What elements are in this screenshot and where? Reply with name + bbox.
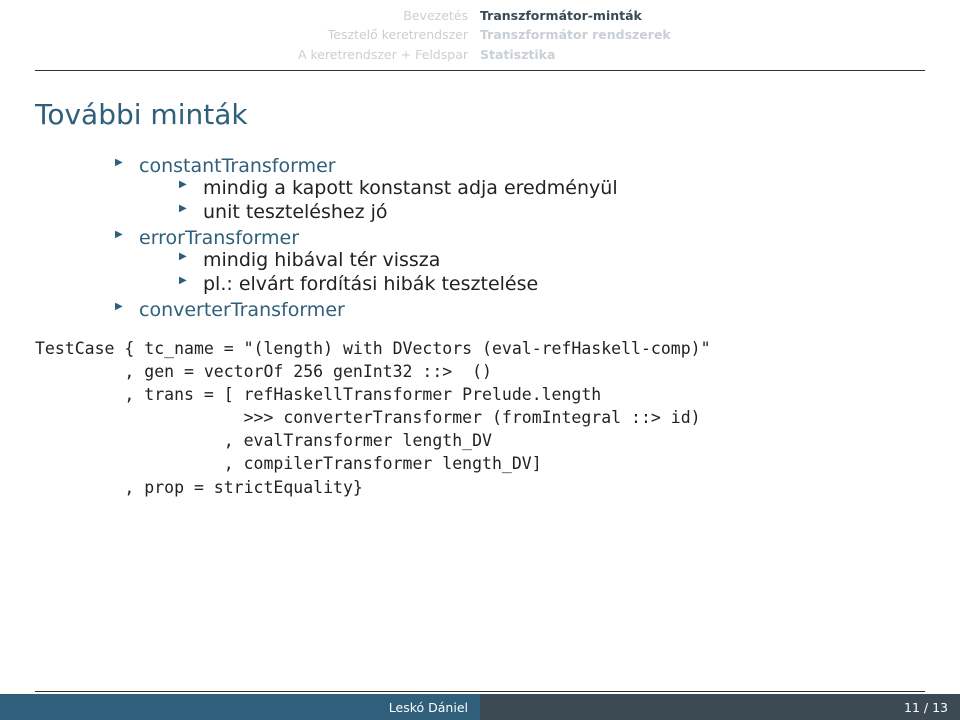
bullet-label: constantTransformer	[139, 155, 336, 177]
sub-list: mindig a kapott konstanst adja eredményü…	[179, 177, 925, 223]
bullet-item: constantTransformer mindig a kapott kons…	[115, 155, 925, 223]
footer-author: Leskó Dániel	[0, 694, 480, 720]
bullet-label: errorTransformer	[139, 227, 299, 249]
bullet-item: converterTransformer	[115, 299, 925, 321]
nav-right: Transzformátor-minták Transzformátor ren…	[480, 6, 671, 64]
footer: Leskó Dániel 11 / 13	[0, 694, 960, 720]
slide-content: További minták constantTransformer mindi…	[35, 98, 925, 499]
nav-left-item[interactable]: A keretrendszer + Feldspar	[0, 45, 468, 64]
header-rule	[35, 70, 925, 71]
slide-title: További minták	[35, 98, 925, 131]
sub-item: unit teszteléshez jó	[179, 201, 925, 223]
bullet-list: constantTransformer mindig a kapott kons…	[115, 155, 925, 321]
nav-header: Bevezetés Tesztelő keretrendszer A keret…	[0, 6, 960, 64]
sub-item: mindig a kapott konstanst adja eredményü…	[179, 177, 925, 199]
footer-page: 11 / 13	[480, 694, 960, 720]
nav-left-item[interactable]: Bevezetés	[0, 6, 468, 25]
code-block: TestCase { tc_name = "(length) with DVec…	[35, 337, 925, 499]
nav-right-item-active[interactable]: Transzformátor-minták	[480, 6, 671, 25]
nav-right-item[interactable]: Statisztika	[480, 45, 671, 64]
nav-left: Bevezetés Tesztelő keretrendszer A keret…	[0, 6, 480, 64]
nav-left-item[interactable]: Tesztelő keretrendszer	[0, 25, 468, 44]
sub-item: mindig hibával tér vissza	[179, 249, 925, 271]
nav-right-item[interactable]: Transzformátor rendszerek	[480, 25, 671, 44]
bullet-label: converterTransformer	[139, 299, 345, 321]
sub-list: mindig hibával tér vissza pl.: elvárt fo…	[179, 249, 925, 295]
bullet-item: errorTransformer mindig hibával tér viss…	[115, 227, 925, 295]
footer-rule	[35, 691, 925, 692]
sub-item: pl.: elvárt fordítási hibák tesztelése	[179, 273, 925, 295]
